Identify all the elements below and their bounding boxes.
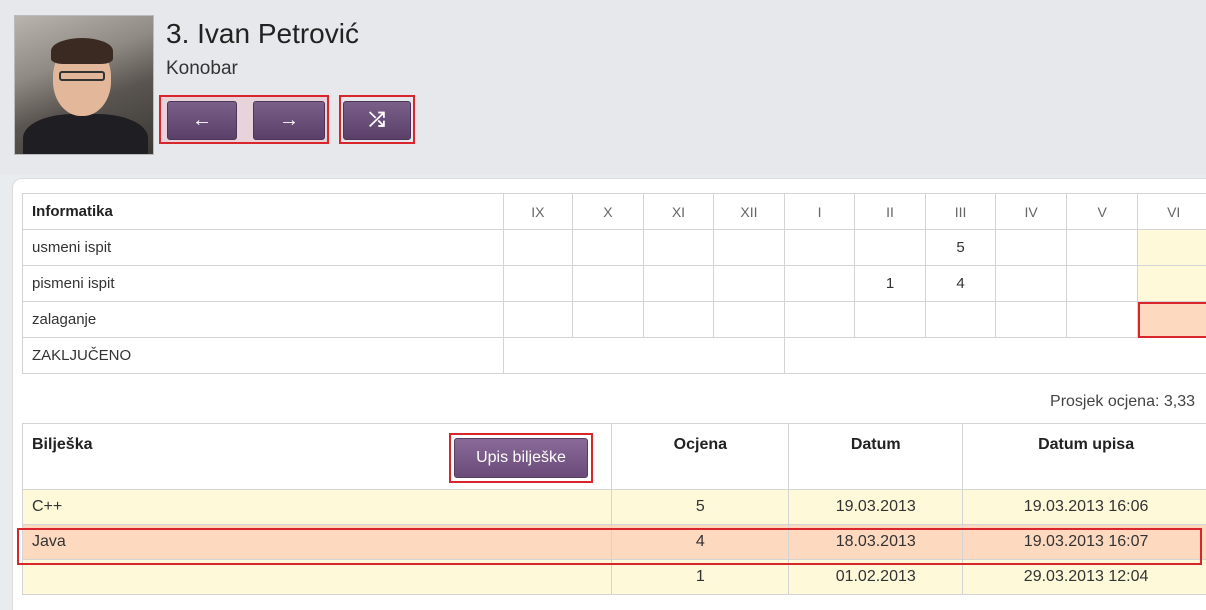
grade-cell[interactable]: 1 xyxy=(854,265,926,302)
grade-cell[interactable] xyxy=(713,229,785,266)
month-header: IX xyxy=(502,193,574,230)
month-header: XI xyxy=(642,193,715,230)
note-date: 18.03.2013 xyxy=(788,524,964,560)
grade-type-label: zalaganje xyxy=(22,301,504,338)
grade-cell[interactable] xyxy=(642,265,715,302)
table-row-selected[interactable]: Java 4 18.03.2013 19.03.2013 16:07 xyxy=(21,524,1206,560)
arrow-left-icon: ← xyxy=(192,109,212,131)
grade-cell[interactable] xyxy=(1137,265,1206,302)
grade-cell[interactable] xyxy=(783,265,856,302)
grade-average: Prosjek ocjena: 3,33 xyxy=(1050,393,1195,410)
grade-cell[interactable] xyxy=(854,229,926,266)
grade-cell[interactable] xyxy=(924,301,997,338)
grade-cell[interactable] xyxy=(502,301,574,338)
month-header: III xyxy=(924,193,997,230)
grades-panel: Informatika IX X XI XII I II III IV V VI… xyxy=(12,178,1206,610)
grade-cell[interactable] xyxy=(995,265,1067,302)
grade-cell[interactable] xyxy=(1065,229,1139,266)
grade-cell[interactable] xyxy=(995,301,1067,338)
add-note-frame: Upis bilješke xyxy=(449,433,593,483)
note-text xyxy=(21,559,613,595)
student-role: Konobar xyxy=(166,58,238,79)
grade-cell[interactable] xyxy=(1065,265,1139,302)
grade-cell[interactable] xyxy=(642,229,715,266)
note-date: 01.02.2013 xyxy=(788,559,964,595)
grade-cell[interactable] xyxy=(1065,301,1139,338)
grade-cell[interactable] xyxy=(713,265,785,302)
grade-column-header: Ocjena xyxy=(611,423,790,490)
note-date: 19.03.2013 xyxy=(788,489,964,525)
grade-row-usmeni: usmeni ispit 5 xyxy=(22,229,1206,266)
date-column-header: Datum xyxy=(788,423,964,490)
avatar xyxy=(14,15,154,155)
grade-type-label: usmeni ispit xyxy=(22,229,504,266)
note-grade: 4 xyxy=(611,524,790,560)
table-row[interactable]: 1 01.02.2013 29.03.2013 12:04 xyxy=(21,559,1206,595)
month-header: XII xyxy=(713,193,785,230)
final-grade-row: ZAKLJUČENO xyxy=(22,337,1206,374)
note-entry-date: 19.03.2013 16:07 xyxy=(962,524,1206,560)
grade-cell-selected[interactable] xyxy=(1137,301,1206,338)
month-header: VI xyxy=(1137,193,1206,230)
next-student-button[interactable]: → xyxy=(253,101,325,140)
grade-cell[interactable] xyxy=(783,229,856,266)
note-grade: 5 xyxy=(611,489,790,525)
random-student-button[interactable]: ⤮ xyxy=(343,101,411,140)
grade-cell[interactable] xyxy=(995,229,1067,266)
note-text: C++ xyxy=(21,489,613,525)
grade-cell[interactable] xyxy=(1137,229,1206,266)
grade-cell[interactable] xyxy=(502,229,574,266)
grade-cell[interactable]: 5 xyxy=(924,229,997,266)
final-grade-label: ZAKLJUČENO xyxy=(22,337,504,374)
entry-date-column-header: Datum upisa xyxy=(962,423,1206,490)
notes-header-row: Bilješka Ocjena Datum Datum upisa xyxy=(21,423,1206,490)
table-row[interactable]: C++ 5 19.03.2013 19.03.2013 16:06 xyxy=(21,489,1206,525)
note-grade: 1 xyxy=(611,559,790,595)
shuffle-frame: ⤮ xyxy=(339,95,415,144)
arrow-right-icon: → xyxy=(279,109,299,131)
student-name: 3. Ivan Petrović xyxy=(166,18,359,49)
subject-name: Informatika xyxy=(22,193,504,230)
month-header: II xyxy=(854,193,926,230)
final-grade-second-half[interactable] xyxy=(783,337,1206,374)
month-header: V xyxy=(1065,193,1139,230)
grade-cell[interactable] xyxy=(572,265,644,302)
grade-cell[interactable] xyxy=(783,301,856,338)
note-entry-date: 29.03.2013 12:04 xyxy=(962,559,1206,595)
grade-row-zalaganje: zalaganje xyxy=(22,301,1206,338)
add-note-button[interactable]: Upis bilješke xyxy=(454,438,588,478)
note-entry-date: 19.03.2013 16:06 xyxy=(962,489,1206,525)
grade-cell[interactable] xyxy=(572,301,644,338)
grades-header-row: Informatika IX X XI XII I II III IV V VI xyxy=(22,193,1206,230)
grade-type-label: pismeni ispit xyxy=(22,265,504,302)
month-header: I xyxy=(783,193,856,230)
grades-table: Informatika IX X XI XII I II III IV V VI… xyxy=(22,193,1206,374)
grade-cell[interactable] xyxy=(713,301,785,338)
shuffle-icon: ⤮ xyxy=(369,109,385,131)
final-grade-first-half[interactable] xyxy=(502,337,785,374)
month-header: IV xyxy=(995,193,1067,230)
student-header: 3. Ivan Petrović Konobar ← → ⤮ xyxy=(0,0,1206,175)
student-nav-group: ← → xyxy=(159,95,329,144)
grade-cell[interactable] xyxy=(572,229,644,266)
grade-row-pismeni: pismeni ispit 1 4 xyxy=(22,265,1206,302)
note-text: Java xyxy=(21,524,613,560)
grade-cell[interactable] xyxy=(502,265,574,302)
previous-student-button[interactable]: ← xyxy=(167,101,237,140)
grade-cell[interactable]: 4 xyxy=(924,265,997,302)
grade-cell[interactable] xyxy=(642,301,715,338)
notes-table: Bilješka Ocjena Datum Datum upisa C++ 5 … xyxy=(21,423,1206,595)
grade-cell[interactable] xyxy=(854,301,926,338)
month-header: X xyxy=(572,193,644,230)
